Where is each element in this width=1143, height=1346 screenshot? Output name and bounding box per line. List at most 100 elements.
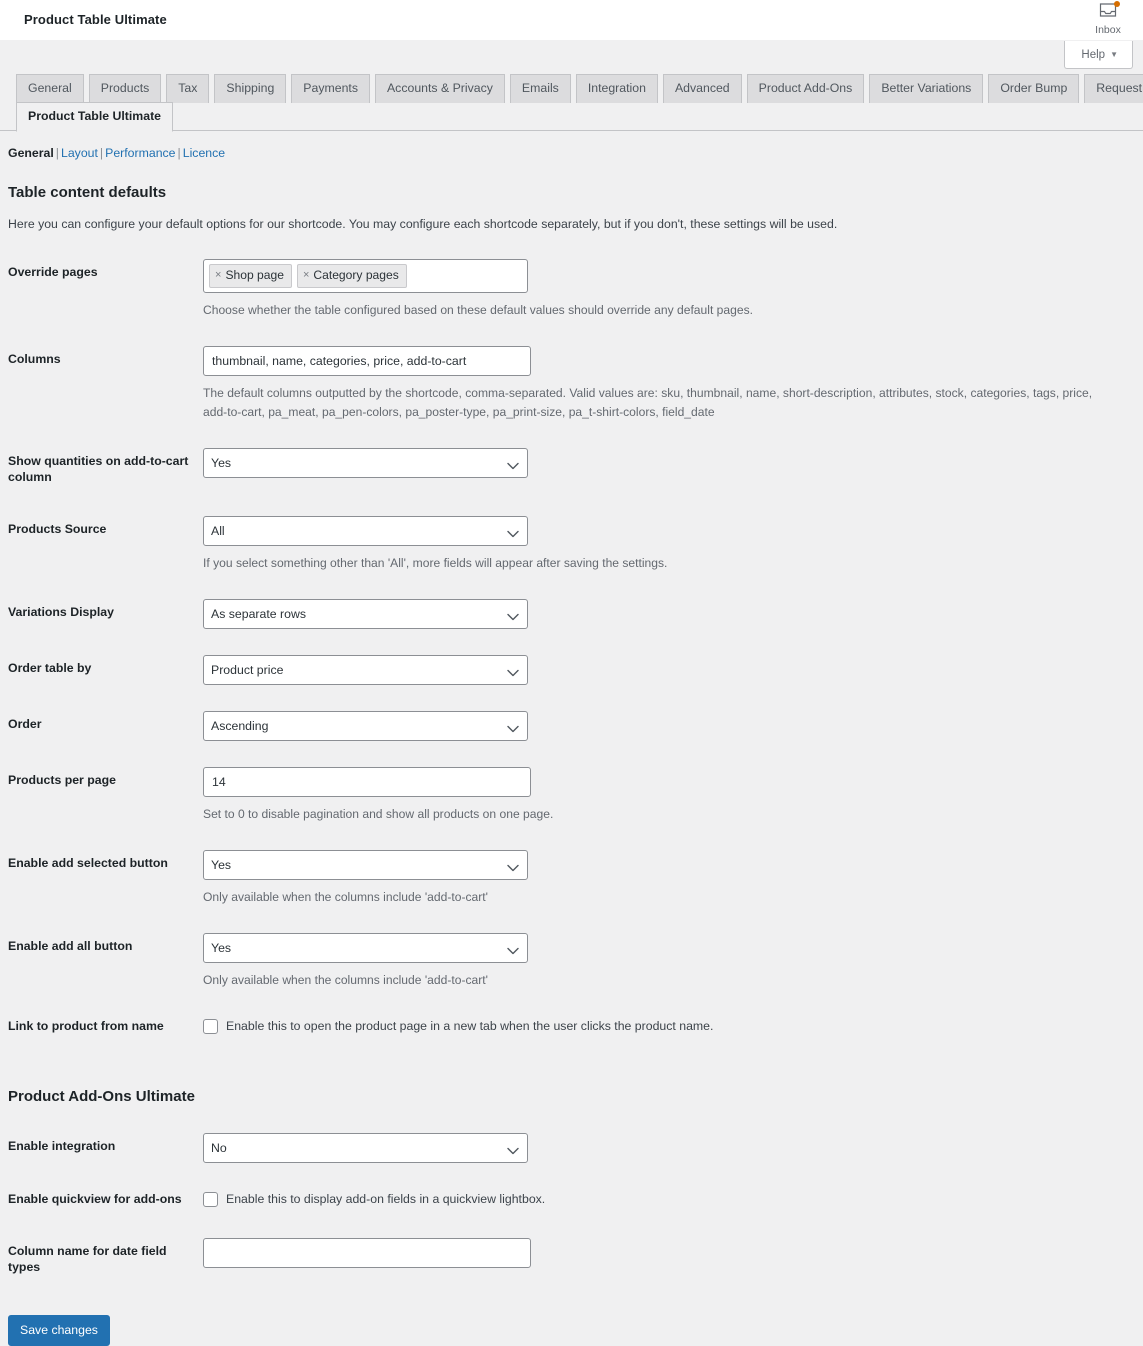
form-row-products-per-page: Products per page Set to 0 to disable pa… xyxy=(8,754,1135,837)
app-header: Product Table Ultimate Inbox xyxy=(0,0,1143,41)
link-to-product-checkbox-label: Enable this to open the product page in … xyxy=(226,1019,714,1033)
tab-tax[interactable]: Tax xyxy=(166,74,210,103)
variations-display-select-wrap: As separate rows xyxy=(203,599,528,629)
token-category-pages[interactable]: × Category pages xyxy=(296,264,407,288)
settings-content: Table content defaults Here you can conf… xyxy=(0,183,1143,1293)
help-label: Help xyxy=(1081,49,1106,61)
label-override-pages: Override pages xyxy=(8,265,98,279)
label-link-to-product: Link to product from name xyxy=(8,1019,164,1033)
tab-integration[interactable]: Integration xyxy=(575,74,658,103)
label-order: Order xyxy=(8,717,42,731)
settings-form-table-addons: Enable integration No Enable quickview f… xyxy=(8,1120,1135,1293)
description-products-source: If you select something other than 'All'… xyxy=(203,556,668,570)
chevron-down-icon: ▼ xyxy=(1110,50,1118,59)
label-enable-add-all: Enable add all button xyxy=(8,939,133,953)
tab-row-secondary: Product Table Ultimate xyxy=(8,102,1135,132)
form-submit-area: Save changes xyxy=(0,1293,1143,1346)
order-select-wrap: Ascending xyxy=(203,711,528,741)
token-shop-page[interactable]: × Shop page xyxy=(209,264,292,288)
show-quantities-select[interactable]: Yes xyxy=(203,448,528,478)
inbox-button[interactable]: Inbox xyxy=(1081,1,1135,36)
section-title-product-addons-ultimate: Product Add-Ons Ultimate xyxy=(8,1088,195,1105)
label-variations-display: Variations Display xyxy=(8,605,114,619)
settings-form-table: Override pages × Shop page × Category page… xyxy=(8,246,1135,1052)
close-icon[interactable]: × xyxy=(303,268,309,283)
form-row-columns: Columns The default columns outputted by… xyxy=(8,333,1135,435)
subnav-item-general[interactable]: General xyxy=(8,146,54,160)
enable-add-selected-select-wrap: Yes xyxy=(203,850,528,880)
tab-products[interactable]: Products xyxy=(88,74,162,103)
form-row-show-quantities: Show quantities on add-to-cart column Ye… xyxy=(8,435,1135,503)
tab-emails[interactable]: Emails xyxy=(509,74,571,103)
form-row-override-pages: Override pages × Shop page × Category page… xyxy=(8,246,1135,333)
subnav: General | Layout | Performance | Licence xyxy=(0,131,1143,161)
enable-add-all-select[interactable]: Yes xyxy=(203,933,528,963)
order-table-by-select-wrap: Product price xyxy=(203,655,528,685)
form-row-order-table-by: Order table by Product price xyxy=(8,642,1135,698)
tab-request-a-quote[interactable]: Request a Quote xyxy=(1084,74,1143,103)
order-table-by-select[interactable]: Product price xyxy=(203,655,528,685)
label-products-per-page: Products per page xyxy=(8,773,116,787)
products-source-select[interactable]: All xyxy=(203,516,528,546)
description-products-per-page: Set to 0 to disable pagination and show … xyxy=(203,807,554,821)
enable-integration-select[interactable]: No xyxy=(203,1133,528,1163)
tab-advanced[interactable]: Advanced xyxy=(662,74,742,103)
form-row-column-name-date: Column name for date field types xyxy=(8,1225,1135,1293)
subnav-item-licence[interactable]: Licence xyxy=(183,146,225,160)
enable-add-all-select-wrap: Yes xyxy=(203,933,528,963)
label-show-quantities: Show quantities on add-to-cart column xyxy=(8,454,189,484)
page-title: Product Table Ultimate xyxy=(24,12,167,27)
form-row-enable-add-selected: Enable add selected button Yes Only avai… xyxy=(8,837,1135,920)
tab-better-variations[interactable]: Better Variations xyxy=(869,74,984,103)
form-row-enable-integration: Enable integration No xyxy=(8,1120,1135,1176)
tab-shipping[interactable]: Shipping xyxy=(214,74,287,103)
token-label: Shop page xyxy=(225,268,284,282)
products-per-page-input[interactable] xyxy=(203,767,531,797)
enable-add-selected-select[interactable]: Yes xyxy=(203,850,528,880)
columns-input[interactable] xyxy=(203,346,531,376)
form-row-enable-add-all: Enable add all button Yes Only available… xyxy=(8,920,1135,1003)
label-enable-add-selected: Enable add selected button xyxy=(8,856,168,870)
enable-integration-select-wrap: No xyxy=(203,1133,528,1163)
tab-order-bump[interactable]: Order Bump xyxy=(988,74,1080,103)
tab-row-primary: General Products Tax Shipping Payments A… xyxy=(8,74,1143,103)
section-title-table-content-defaults: Table content defaults xyxy=(8,184,167,201)
form-row-variations-display: Variations Display As separate rows xyxy=(8,586,1135,642)
save-changes-button[interactable]: Save changes xyxy=(8,1315,110,1346)
help-toggle-button[interactable]: Help ▼ xyxy=(1064,41,1133,69)
inbox-label: Inbox xyxy=(1095,24,1121,36)
section-description-table-content-defaults: Here you can configure your default opti… xyxy=(8,217,838,231)
show-quantities-select-wrap: Yes xyxy=(203,448,528,478)
close-icon[interactable]: × xyxy=(215,268,221,283)
description-enable-add-all: Only available when the columns include … xyxy=(203,973,488,987)
column-name-date-input[interactable] xyxy=(203,1238,531,1268)
variations-display-select[interactable]: As separate rows xyxy=(203,599,528,629)
inbox-icon xyxy=(1099,1,1120,18)
override-pages-token-input[interactable]: × Shop page × Category pages xyxy=(203,259,528,293)
label-products-source: Products Source xyxy=(8,522,107,536)
subnav-item-layout[interactable]: Layout xyxy=(61,146,98,160)
form-row-link-to-product: Link to product from name Enable this to… xyxy=(8,1003,1135,1052)
subnav-separator: | xyxy=(55,146,59,160)
label-column-name-date: Column name for date field types xyxy=(8,1244,167,1274)
label-columns: Columns xyxy=(8,352,61,366)
tab-accounts-privacy[interactable]: Accounts & Privacy xyxy=(374,74,505,103)
tab-product-table-ultimate[interactable]: Product Table Ultimate xyxy=(16,102,174,132)
form-row-enable-quickview: Enable quickview for add-ons Enable this… xyxy=(8,1176,1135,1225)
description-columns: The default columns outputted by the sho… xyxy=(203,386,1093,419)
label-enable-integration: Enable integration xyxy=(8,1139,116,1153)
notification-dot xyxy=(1114,1,1120,7)
form-row-products-source: Products Source All If you select someth… xyxy=(8,503,1135,586)
order-select[interactable]: Ascending xyxy=(203,711,528,741)
subnav-item-performance[interactable]: Performance xyxy=(105,146,175,160)
settings-tab-bar: General Products Tax Shipping Payments A… xyxy=(0,74,1143,132)
link-to-product-checkbox[interactable] xyxy=(203,1019,218,1034)
tab-payments[interactable]: Payments xyxy=(291,74,370,103)
description-override-pages: Choose whether the table configured base… xyxy=(203,303,753,317)
description-enable-add-selected: Only available when the columns include … xyxy=(203,890,488,904)
tab-general[interactable]: General xyxy=(16,74,84,103)
link-to-product-row: Enable this to open the product page in … xyxy=(203,1016,1125,1035)
products-source-select-wrap: All xyxy=(203,516,528,546)
tab-product-add-ons[interactable]: Product Add-Ons xyxy=(746,74,865,103)
label-order-table-by: Order table by xyxy=(8,661,92,675)
